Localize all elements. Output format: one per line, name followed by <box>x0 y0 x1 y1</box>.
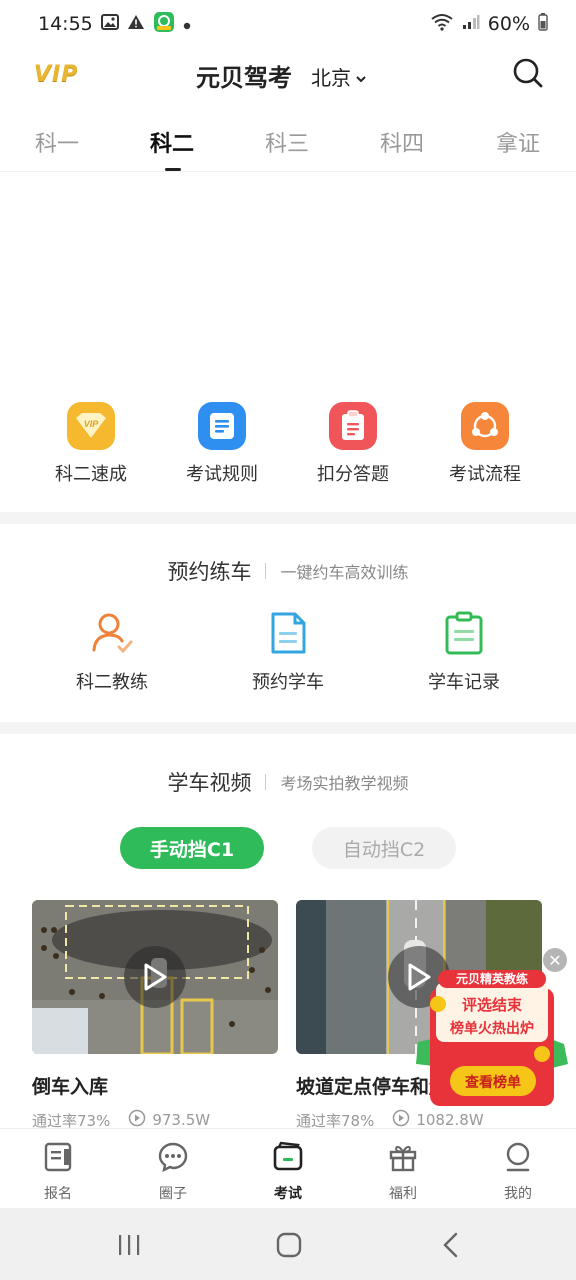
booking-item-coach[interactable]: 科二教练 <box>47 610 177 694</box>
promo-line-1: 评选结束 <box>461 996 522 1014</box>
play-count: 1082.8W <box>416 1111 484 1129</box>
nav-exam[interactable]: 考试 <box>248 1141 328 1203</box>
tab-subject-4[interactable]: 科四 <box>380 126 424 158</box>
bottom-nav: 报名 圈子 考试 福利 我的 <box>0 1128 576 1208</box>
title-separator <box>265 774 267 790</box>
section-title: 预约练车 <box>167 560 252 584</box>
active-tab-indicator <box>165 168 181 171</box>
back-icon <box>443 1232 458 1258</box>
search-icon <box>513 58 543 88</box>
nav-label: 福利 <box>389 1186 417 1202</box>
quick-label: 考试流程 <box>449 464 521 485</box>
video-section-header: 学车视频 考场实拍教学视频 <box>0 767 576 797</box>
play-button[interactable] <box>124 946 186 1008</box>
coach-icon <box>89 610 135 656</box>
status-bar: 14:55 60% <box>0 0 576 48</box>
tab-subject-3[interactable]: 科三 <box>265 126 309 158</box>
nav-label: 报名 <box>44 1186 72 1202</box>
system-navigation-bar <box>0 1208 576 1280</box>
svg-text:VIP: VIP <box>84 419 100 429</box>
quick-label: 扣分答题 <box>317 464 389 485</box>
signal-icon <box>462 13 480 35</box>
chat-icon <box>158 1142 188 1173</box>
section-subtitle: 一键约车高效训练 <box>280 563 409 582</box>
video-card[interactable]: 倒车入库 通过率73% 973.5W <box>32 900 278 1131</box>
nav-profile[interactable]: 我的 <box>478 1141 558 1203</box>
app-header: VIP 元贝驾考 北京 <box>0 48 576 102</box>
status-time: 14:55 <box>38 13 93 35</box>
battery-percent: 60% <box>487 13 530 35</box>
tab-subject-2[interactable]: 科二 <box>150 126 194 158</box>
profile-icon <box>506 1142 530 1172</box>
quick-item-exam-rules[interactable]: 考试规则 <box>162 402 282 486</box>
recent-apps-button[interactable] <box>114 1230 144 1260</box>
quick-label: 科二速成 <box>55 464 127 485</box>
booking-label: 预约学车 <box>252 672 324 693</box>
document-icon <box>198 402 246 450</box>
segment-manual-c1[interactable]: 手动挡C1 <box>120 827 264 869</box>
subject-tabs: 科一 科二 科三 科四 拿证 <box>0 112 576 172</box>
section-divider <box>0 722 576 734</box>
video-thumbnail[interactable] <box>32 900 278 1054</box>
exam-icon <box>273 1141 303 1171</box>
section-subtitle: 考场实拍教学视频 <box>280 774 409 793</box>
file-icon <box>265 610 311 656</box>
battery-icon <box>538 12 548 36</box>
promo-line-2: 榜单火热出炉 <box>450 1021 534 1037</box>
clipboard-icon <box>329 402 377 450</box>
gallery-notification-icon <box>100 13 119 35</box>
floating-promo-banner[interactable]: 元贝精英教练 评选结束 榜单火热出炉 查看榜单 ✕ <box>414 946 572 1112</box>
video-title: 倒车入库 <box>32 1076 109 1098</box>
close-icon[interactable]: ✕ <box>543 948 567 972</box>
chevron-down-icon <box>355 65 367 89</box>
record-clipboard-icon <box>441 610 487 656</box>
nav-label: 圈子 <box>159 1186 187 1202</box>
recent-apps-icon <box>119 1235 140 1255</box>
booking-label: 学车记录 <box>428 672 500 693</box>
app-title: 元贝驾考 <box>196 64 292 92</box>
quick-item-deduction-quiz[interactable]: 扣分答题 <box>293 402 413 486</box>
booking-label: 科二教练 <box>76 672 148 693</box>
vip-badge[interactable]: VIP <box>34 62 78 87</box>
promo-tag: 元贝精英教练 <box>455 972 528 986</box>
city-selector[interactable]: 北京 <box>311 62 367 91</box>
nav-label: 考试 <box>274 1186 302 1202</box>
booking-item-book-lesson[interactable]: 预约学车 <box>223 610 353 694</box>
section-title: 学车视频 <box>167 771 252 795</box>
segment-auto-c2[interactable]: 自动挡C2 <box>312 827 456 869</box>
search-button[interactable] <box>512 57 544 89</box>
booking-item-records[interactable]: 学车记录 <box>399 610 529 694</box>
vip-icon: VIP <box>67 402 115 450</box>
play-icon <box>144 963 167 991</box>
share-flow-icon <box>461 402 509 450</box>
back-button[interactable] <box>436 1230 466 1260</box>
city-label: 北京 <box>311 66 351 90</box>
gift-icon <box>389 1146 417 1172</box>
warning-notification-icon <box>127 13 145 35</box>
nav-signup[interactable]: 报名 <box>18 1141 98 1203</box>
nav-community[interactable]: 圈子 <box>133 1141 213 1203</box>
tab-get-license[interactable]: 拿证 <box>496 126 540 158</box>
wifi-icon <box>430 13 454 36</box>
play-count: 973.5W <box>152 1111 211 1129</box>
quick-grid: VIP 科二速成 考试规则 扣分答题 考试流程 <box>0 402 576 512</box>
quick-label: 考试规则 <box>186 464 258 485</box>
home-icon <box>276 1232 302 1258</box>
promo-view-button[interactable]: 查看榜单 <box>450 1072 536 1092</box>
booking-section-header: 预约练车 一键约车高效训练 <box>0 556 576 586</box>
section-divider <box>0 512 576 524</box>
app-notification-icon <box>153 11 175 38</box>
tab-subject-1[interactable]: 科一 <box>35 126 79 158</box>
nav-benefits[interactable]: 福利 <box>363 1141 443 1203</box>
quick-item-speed-course[interactable]: VIP 科二速成 <box>31 402 151 486</box>
signup-icon <box>44 1142 72 1172</box>
nav-label: 我的 <box>504 1186 532 1202</box>
quick-item-exam-process[interactable]: 考试流程 <box>425 402 545 486</box>
title-separator <box>265 563 267 579</box>
home-button[interactable] <box>274 1230 304 1260</box>
more-notifications-dot-icon <box>183 13 191 35</box>
